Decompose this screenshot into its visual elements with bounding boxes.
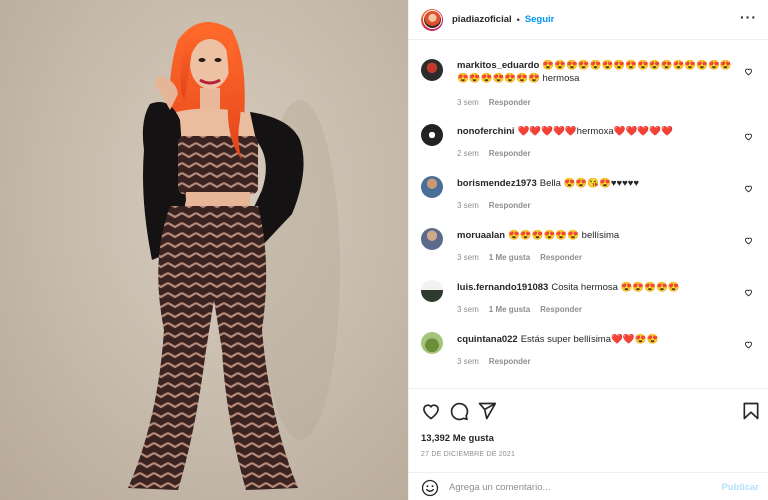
comment-time[interactable]: 2 sem: [457, 149, 479, 158]
comment-meta: 3 sem Responder: [457, 201, 541, 210]
reply-button[interactable]: Responder: [540, 305, 582, 314]
post-header: piadiazoficial • Seguir ···: [409, 0, 768, 40]
comment-text: Cosita hermosa 😍😍😍😍😍: [551, 282, 680, 293]
more-horizontal-icon[interactable]: ···: [740, 10, 757, 24]
reply-button[interactable]: Responder: [489, 357, 531, 366]
comment-input[interactable]: [449, 477, 709, 497]
reply-button[interactable]: Responder: [489, 149, 531, 158]
comment-text: Bella 😍😍😘😍♥♥♥♥♥: [539, 178, 640, 189]
bookmark-icon[interactable]: [741, 401, 761, 421]
comment-time[interactable]: 3 sem: [457, 98, 479, 107]
heart-icon[interactable]: [744, 132, 753, 141]
comment-meta: 2 sem Responder: [457, 149, 541, 158]
comment-meta: 3 sem Responder: [457, 357, 541, 366]
comment-meta: 3 sem Responder: [457, 98, 541, 107]
comment-username[interactable]: luis.fernando191083: [457, 282, 548, 293]
reply-button[interactable]: Responder: [489, 98, 531, 107]
comment-time[interactable]: 3 sem: [457, 357, 479, 366]
comment-username[interactable]: markitos_eduardo: [457, 60, 539, 71]
comment-time[interactable]: 3 sem: [457, 253, 479, 262]
reply-button[interactable]: Responder: [540, 253, 582, 262]
comment-icon[interactable]: [449, 401, 469, 421]
add-comment-bar: Publicar: [409, 472, 768, 500]
comment-text: Estás super bellísima❤️❤️😍😍: [520, 334, 659, 345]
header-separator: •: [516, 14, 520, 25]
smile-icon[interactable]: [421, 479, 439, 497]
heart-icon[interactable]: [421, 401, 441, 421]
comment-likes[interactable]: 1 Me gusta: [489, 305, 530, 314]
comment-time[interactable]: 3 sem: [457, 201, 479, 210]
comment-text: 😍😍😍😍😍😍 bellísima: [508, 230, 620, 241]
heart-icon[interactable]: [744, 184, 753, 193]
heart-icon[interactable]: [744, 236, 753, 245]
comment-meta: 3 sem 1 Me gusta Responder: [457, 305, 592, 314]
comment-avatar[interactable]: [421, 280, 443, 302]
reply-button[interactable]: Responder: [489, 201, 531, 210]
comment-avatar[interactable]: [421, 124, 443, 146]
comment-time[interactable]: 3 sem: [457, 305, 479, 314]
comments-list[interactable]: markitos_eduardo 😍😍😍😍😍😍😍😍😍😍😍😍😍😍😍😍😍😍😍😍😍😍😍 …: [409, 41, 768, 388]
comment-username[interactable]: nonoferchini: [457, 126, 515, 137]
comment-meta: 3 sem 1 Me gusta Responder: [457, 253, 592, 262]
comment-avatar[interactable]: [421, 59, 443, 81]
comment-username[interactable]: cquintana022: [457, 334, 518, 345]
woman-photo-illustration: [128, 22, 340, 490]
comment-avatar[interactable]: [421, 332, 443, 354]
comment-avatar[interactable]: [421, 176, 443, 198]
author-avatar[interactable]: [421, 8, 443, 31]
post-date[interactable]: 27 DE DICIEMBRE DE 2021: [421, 451, 515, 458]
comment-text: ❤️❤️❤️❤️❤️hermoxa❤️❤️❤️❤️❤️: [517, 126, 673, 137]
likes-count[interactable]: 13,392 Me gusta: [421, 433, 494, 444]
post-side-panel: piadiazoficial • Seguir ··· markitos_edu…: [408, 0, 768, 500]
post-actions: 13,392 Me gusta 27 DE DICIEMBRE DE 2021 …: [409, 388, 768, 500]
heart-icon[interactable]: [744, 288, 753, 297]
share-icon[interactable]: [477, 401, 497, 421]
post-photo[interactable]: [0, 0, 408, 500]
comment-username[interactable]: borismendez1973: [457, 178, 537, 189]
heart-icon[interactable]: [744, 67, 753, 76]
comment-avatar[interactable]: [421, 228, 443, 250]
comment-likes[interactable]: 1 Me gusta: [489, 253, 530, 262]
comment-username[interactable]: moruaalan: [457, 230, 505, 241]
publish-button[interactable]: Publicar: [722, 482, 760, 493]
author-username[interactable]: piadiazoficial: [452, 14, 512, 25]
follow-button[interactable]: Seguir: [525, 14, 555, 25]
heart-icon[interactable]: [744, 340, 753, 349]
